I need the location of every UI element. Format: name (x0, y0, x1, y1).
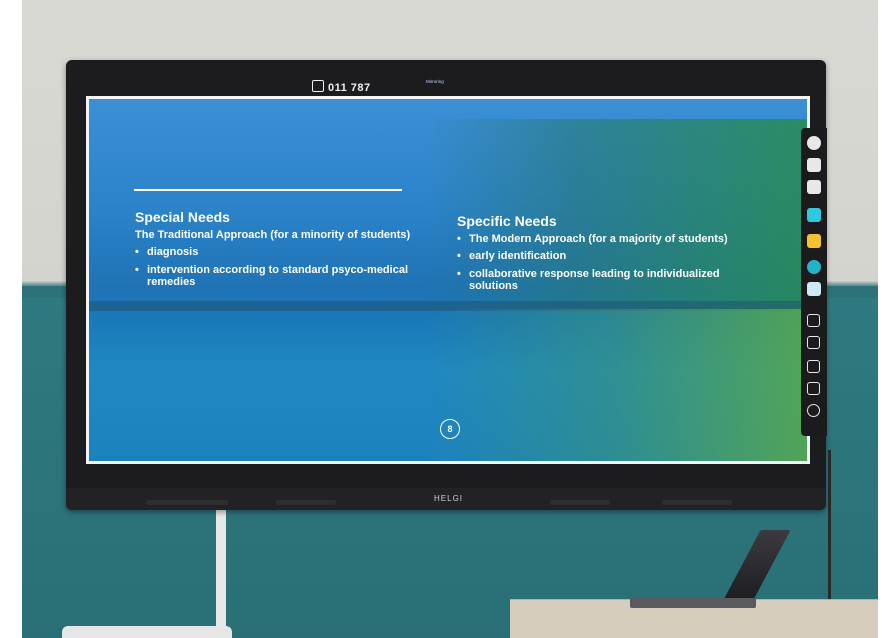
speaker-grille (276, 500, 336, 505)
bullet-item: intervention according to standard psyco… (135, 264, 435, 288)
lock-icon (312, 80, 324, 92)
slide-screen[interactable]: Special Needs The Traditional Approach (… (86, 96, 810, 464)
display-status-bar: 011 787 Mirroring (66, 60, 826, 96)
laptop-base (630, 598, 756, 608)
speaker-grille (662, 500, 732, 505)
speaker-grille (146, 500, 228, 505)
app-cyan-icon[interactable] (807, 208, 821, 222)
bullet-item: diagnosis (135, 246, 435, 258)
tablet-icon[interactable] (807, 360, 820, 373)
speaker-grille (550, 500, 610, 505)
window-icon[interactable] (807, 180, 821, 194)
laptop-screen (723, 530, 791, 600)
pen-icon[interactable] (807, 336, 820, 349)
brand-logo: HELGI (434, 494, 464, 503)
specific-needs-column: Specific Needs The Modern Approach (for … (457, 213, 747, 298)
screen-share-icon[interactable] (807, 314, 820, 327)
mirroring-label: Mirroring (426, 79, 444, 84)
traditional-approach-text: The Traditional Approach (for a minority… (135, 229, 411, 241)
room-code: 011 787 (312, 80, 371, 94)
bullet-item: collaborative response leading to indivi… (457, 268, 747, 292)
chair-back (62, 626, 232, 638)
special-needs-column: Special Needs The Traditional Approach (… (135, 209, 435, 294)
side-toolbar (801, 128, 827, 436)
specific-needs-heading: Specific Needs (457, 213, 557, 229)
special-needs-heading: Special Needs (135, 209, 230, 225)
app-light-icon[interactable] (807, 282, 821, 296)
room-code-value: 011 787 (328, 82, 371, 94)
app-teal-icon[interactable] (807, 260, 821, 274)
home-icon[interactable] (807, 158, 821, 172)
hourglass-icon[interactable] (807, 382, 820, 395)
title-rule (134, 189, 402, 191)
app-yellow-icon[interactable] (807, 234, 821, 248)
minus-icon[interactable] (807, 404, 820, 417)
room-background: 011 787 Mirroring Special Needs The Trad… (22, 0, 878, 638)
interactive-display: 011 787 Mirroring Special Needs The Trad… (66, 60, 827, 510)
settings-icon[interactable] (807, 136, 821, 150)
special-needs-bullets: diagnosis intervention according to stan… (135, 246, 435, 288)
bullet-item: early identification (457, 250, 747, 262)
lake-reflection (427, 309, 807, 461)
modern-approach-text: The Modern Approach (for a majority of s… (457, 233, 747, 245)
specific-needs-bullets: early identification collaborative respo… (457, 250, 747, 292)
stand-pole (216, 505, 226, 638)
slide-page-number[interactable]: 8 (440, 419, 460, 439)
